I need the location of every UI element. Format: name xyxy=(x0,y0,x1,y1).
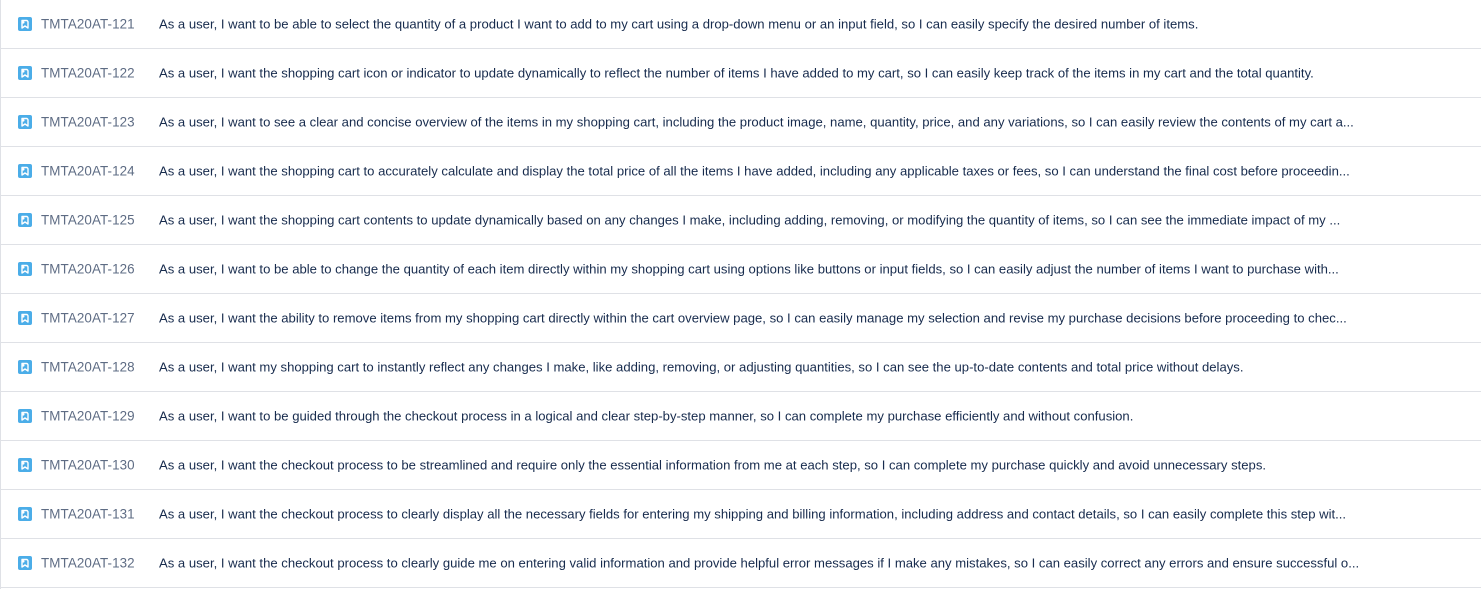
issue-key-link[interactable]: TMTA20AT-128 xyxy=(41,360,135,375)
issue-row[interactable]: TMTA20AT-124 As a user, I want the shopp… xyxy=(1,147,1481,196)
issue-key-link[interactable]: TMTA20AT-126 xyxy=(41,262,135,277)
issue-row[interactable]: TMTA20AT-127 As a user, I want the abili… xyxy=(1,294,1481,343)
issue-summary[interactable]: As a user, I want the shopping cart icon… xyxy=(159,66,1425,81)
issue-row[interactable]: TMTA20AT-122 As a user, I want the shopp… xyxy=(1,49,1481,98)
issue-key-link[interactable]: TMTA20AT-129 xyxy=(41,409,135,424)
issue-summary[interactable]: As a user, I want the checkout process t… xyxy=(159,556,1425,571)
issue-summary[interactable]: As a user, I want my shopping cart to in… xyxy=(159,360,1425,375)
issue-key-link[interactable]: TMTA20AT-125 xyxy=(41,213,135,228)
issue-key-link[interactable]: TMTA20AT-127 xyxy=(41,311,135,326)
issue-row[interactable]: TMTA20AT-128 As a user, I want my shoppi… xyxy=(1,343,1481,392)
issue-key-link[interactable]: TMTA20AT-131 xyxy=(41,507,135,522)
issue-list: TMTA20AT-121 As a user, I want to be abl… xyxy=(0,0,1481,589)
issue-summary[interactable]: As a user, I want the checkout process t… xyxy=(159,458,1425,473)
story-icon xyxy=(18,556,32,570)
story-icon xyxy=(18,409,32,423)
issue-row[interactable]: TMTA20AT-125 As a user, I want the shopp… xyxy=(1,196,1481,245)
issue-key-link[interactable]: TMTA20AT-123 xyxy=(41,115,135,130)
issue-key-link[interactable]: TMTA20AT-130 xyxy=(41,458,135,473)
issue-row[interactable]: TMTA20AT-132 As a user, I want the check… xyxy=(1,539,1481,588)
issue-summary[interactable]: As a user, I want to be able to select t… xyxy=(159,17,1425,32)
issue-row[interactable]: TMTA20AT-123 As a user, I want to see a … xyxy=(1,98,1481,147)
issue-row[interactable]: TMTA20AT-131 As a user, I want the check… xyxy=(1,490,1481,539)
story-icon xyxy=(18,164,32,178)
story-icon xyxy=(18,115,32,129)
issue-summary[interactable]: As a user, I want the shopping cart to a… xyxy=(159,164,1425,179)
issue-summary[interactable]: As a user, I want to see a clear and con… xyxy=(159,115,1425,130)
issue-key-link[interactable]: TMTA20AT-121 xyxy=(41,17,135,32)
issue-row[interactable]: TMTA20AT-130 As a user, I want the check… xyxy=(1,441,1481,490)
story-icon xyxy=(18,213,32,227)
issue-summary[interactable]: As a user, I want to be able to change t… xyxy=(159,262,1425,277)
issue-summary[interactable]: As a user, I want the ability to remove … xyxy=(159,311,1425,326)
issue-summary[interactable]: As a user, I want the checkout process t… xyxy=(159,507,1425,522)
story-icon xyxy=(18,458,32,472)
issue-summary[interactable]: As a user, I want the shopping cart cont… xyxy=(159,213,1425,228)
issue-key-link[interactable]: TMTA20AT-132 xyxy=(41,556,135,571)
issue-summary[interactable]: As a user, I want to be guided through t… xyxy=(159,409,1425,424)
story-icon xyxy=(18,507,32,521)
story-icon xyxy=(18,66,32,80)
story-icon xyxy=(18,262,32,276)
story-icon xyxy=(18,360,32,374)
story-icon xyxy=(18,311,32,325)
issue-key-link[interactable]: TMTA20AT-122 xyxy=(41,66,135,81)
story-icon xyxy=(18,17,32,31)
issue-row[interactable]: TMTA20AT-126 As a user, I want to be abl… xyxy=(1,245,1481,294)
issue-row[interactable]: TMTA20AT-129 As a user, I want to be gui… xyxy=(1,392,1481,441)
issue-key-link[interactable]: TMTA20AT-124 xyxy=(41,164,135,179)
issue-row[interactable]: TMTA20AT-121 As a user, I want to be abl… xyxy=(1,0,1481,49)
